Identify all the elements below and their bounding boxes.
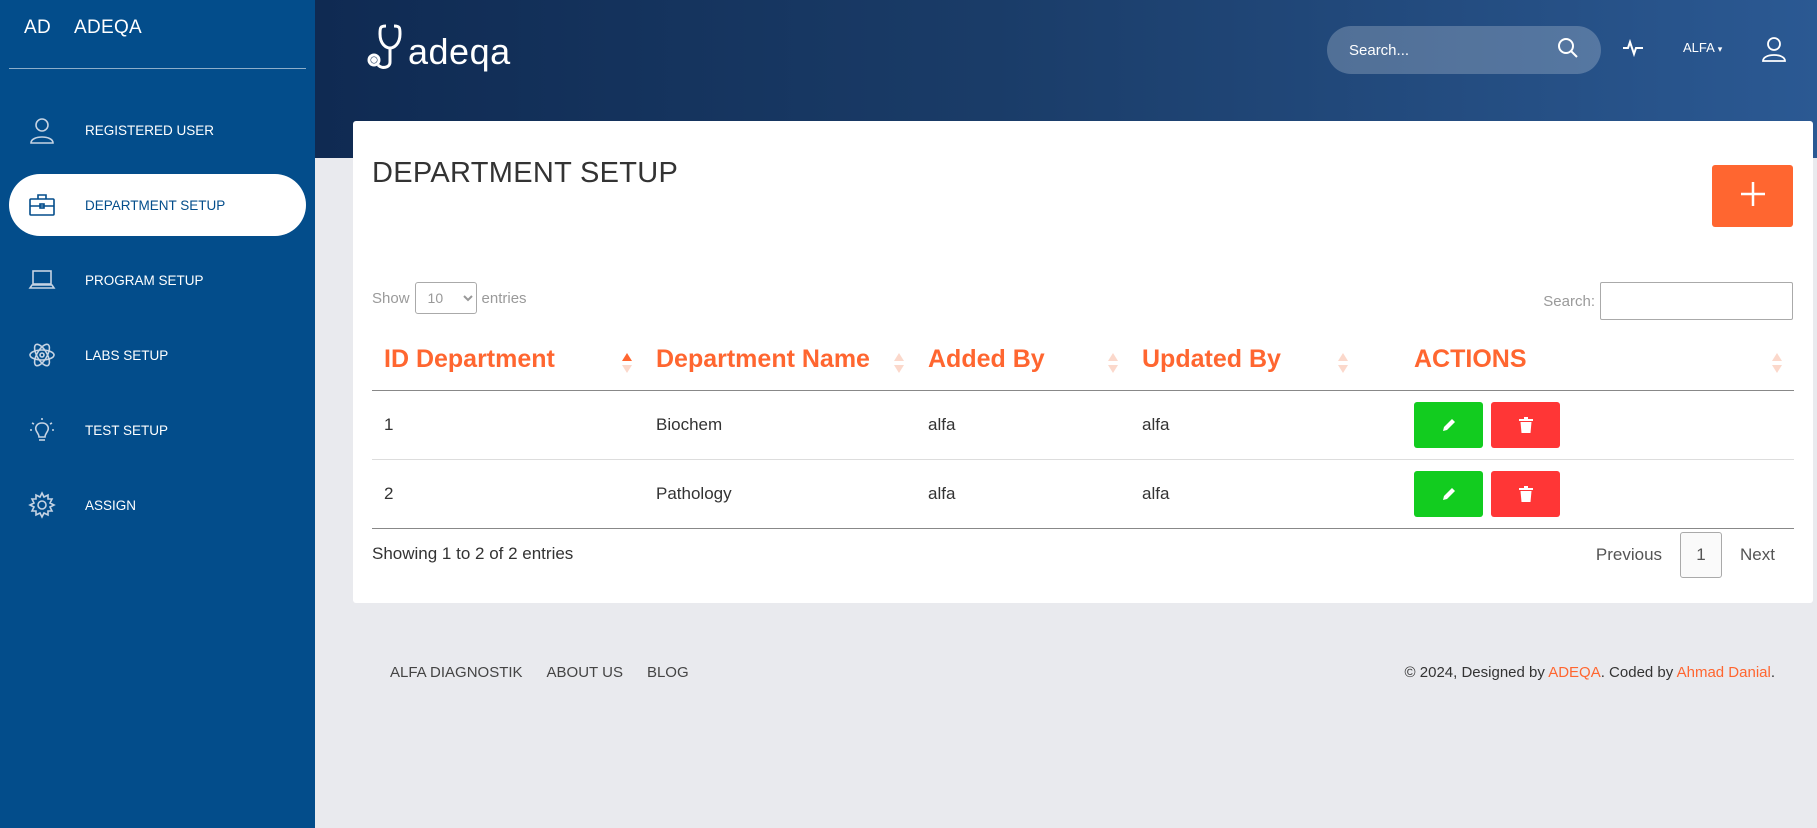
sidebar-item-department-setup[interactable]: DEPARTMENT SETUP bbox=[9, 174, 306, 236]
column-label: ID Department bbox=[384, 345, 555, 374]
header-search[interactable] bbox=[1327, 26, 1601, 74]
department-table: ID Department Department Name Added By U… bbox=[372, 330, 1794, 529]
designer-link[interactable]: ADEQA bbox=[1548, 664, 1601, 681]
sort-icon bbox=[894, 353, 904, 373]
sidebar-item-label: DEPARTMENT SETUP bbox=[85, 197, 226, 213]
trash-icon bbox=[1518, 485, 1533, 502]
pencil-icon bbox=[1442, 487, 1455, 500]
department-card: DEPARTMENT SETUP Show 10 entries Search:… bbox=[353, 121, 1813, 603]
filter-label: Search: bbox=[1543, 292, 1595, 310]
logo-text: adeqa bbox=[408, 30, 511, 72]
brand-mini: AD bbox=[24, 17, 51, 38]
atom-icon bbox=[27, 340, 57, 370]
next-button[interactable]: Next bbox=[1722, 545, 1793, 565]
column-label: ACTIONS bbox=[1414, 345, 1527, 374]
sidebar-nav: REGISTERED USER DEPARTMENT SETUP PROGRAM… bbox=[0, 99, 315, 536]
sidebar-item-assign[interactable]: ASSIGN bbox=[9, 474, 306, 536]
lightbulb-icon bbox=[27, 415, 57, 445]
table-search-input[interactable] bbox=[1600, 282, 1793, 320]
column-label: Department Name bbox=[656, 345, 870, 374]
add-department-button[interactable] bbox=[1712, 165, 1793, 227]
cell-added-by: alfa bbox=[916, 390, 1130, 460]
sidebar-brand[interactable]: AD ADEQA bbox=[0, 0, 315, 56]
entries-label: entries bbox=[481, 289, 527, 307]
sidebar-item-test-setup[interactable]: TEST SETUP bbox=[9, 399, 306, 461]
copyright-prefix: © 2024, Designed by bbox=[1404, 664, 1549, 681]
laptop-icon bbox=[27, 265, 57, 295]
cell-department-name: Pathology bbox=[644, 459, 916, 529]
pencil-icon bbox=[1442, 418, 1455, 431]
sidebar-item-registered-user[interactable]: REGISTERED USER bbox=[9, 99, 306, 161]
plus-icon bbox=[1739, 180, 1767, 213]
cell-actions bbox=[1360, 390, 1794, 460]
cell-added-by: alfa bbox=[916, 459, 1130, 529]
user-name: ALFA bbox=[1683, 40, 1715, 55]
delete-button[interactable] bbox=[1491, 470, 1560, 517]
brand-name: ADEQA bbox=[74, 17, 143, 38]
page-length-control: Show 10 entries bbox=[372, 282, 527, 314]
sidebar-item-label: REGISTERED USER bbox=[85, 122, 215, 138]
sidebar: AD ADEQA REGISTERED USER DEPARTMENT SETU… bbox=[0, 0, 315, 828]
trash-icon bbox=[1518, 416, 1533, 433]
table-row: 1 Biochem alfa alfa bbox=[372, 390, 1794, 460]
sort-asc-icon bbox=[622, 353, 632, 373]
column-header-id[interactable]: ID Department bbox=[372, 330, 644, 391]
caret-down-icon: ▾ bbox=[1717, 44, 1723, 54]
sidebar-divider bbox=[9, 68, 306, 69]
column-header-department-name[interactable]: Department Name bbox=[644, 330, 916, 391]
stethoscope-icon bbox=[364, 22, 404, 81]
coder-link[interactable]: Ahmad Danial bbox=[1677, 664, 1771, 681]
edit-button[interactable] bbox=[1414, 470, 1483, 517]
edit-button[interactable] bbox=[1414, 401, 1483, 448]
column-label: Updated By bbox=[1142, 345, 1281, 374]
table-info: Showing 1 to 2 of 2 entries bbox=[372, 544, 574, 563]
app-logo[interactable]: adeqa bbox=[360, 22, 511, 81]
copyright: © 2024, Designed by ADEQA. Coded by Ahma… bbox=[1405, 664, 1775, 681]
table-header-row: ID Department Department Name Added By U… bbox=[372, 330, 1794, 391]
activity-icon[interactable] bbox=[1621, 36, 1645, 65]
previous-button[interactable]: Previous bbox=[1578, 545, 1680, 565]
gear-icon bbox=[27, 490, 57, 520]
footer-links: ALFA DIAGNOSTIK ABOUT US BLOG bbox=[390, 664, 713, 681]
sidebar-item-label: TEST SETUP bbox=[85, 422, 169, 438]
sidebar-item-program-setup[interactable]: PROGRAM SETUP bbox=[9, 249, 306, 311]
cell-id: 1 bbox=[372, 390, 644, 460]
cell-id: 2 bbox=[372, 459, 644, 529]
show-label: Show bbox=[372, 289, 410, 307]
sidebar-item-label: PROGRAM SETUP bbox=[85, 272, 204, 288]
sidebar-item-label: ASSIGN bbox=[85, 497, 137, 513]
sort-icon bbox=[1338, 353, 1348, 373]
sort-icon bbox=[1108, 353, 1118, 373]
cell-updated-by: alfa bbox=[1130, 390, 1360, 460]
pagination: Previous 1 Next bbox=[1578, 532, 1793, 578]
delete-button[interactable] bbox=[1491, 401, 1560, 448]
search-input[interactable] bbox=[1349, 41, 1557, 59]
coded-by-text: . Coded by bbox=[1600, 664, 1677, 681]
sort-icon bbox=[1772, 353, 1782, 373]
page-title: DEPARTMENT SETUP bbox=[372, 157, 679, 189]
cell-updated-by: alfa bbox=[1130, 459, 1360, 529]
user-menu[interactable]: ALFA ▾ bbox=[1683, 40, 1722, 55]
table-filter: Search: bbox=[1543, 282, 1793, 320]
sidebar-item-labs-setup[interactable]: LABS SETUP bbox=[9, 324, 306, 386]
search-icon[interactable] bbox=[1557, 37, 1579, 64]
page-size-select[interactable]: 10 bbox=[414, 282, 477, 314]
cell-actions bbox=[1360, 459, 1794, 529]
page-button-current[interactable]: 1 bbox=[1680, 532, 1723, 578]
profile-icon[interactable] bbox=[1762, 36, 1786, 67]
column-header-updated-by[interactable]: Updated By bbox=[1130, 330, 1360, 391]
copyright-suffix: . bbox=[1770, 664, 1775, 681]
footer-link-blog[interactable]: BLOG bbox=[647, 664, 689, 681]
column-header-actions[interactable]: ACTIONS bbox=[1360, 330, 1794, 391]
column-header-added-by[interactable]: Added By bbox=[916, 330, 1130, 391]
table-row: 2 Pathology alfa alfa bbox=[372, 459, 1794, 529]
footer-link-alfa-diagnostik[interactable]: ALFA DIAGNOSTIK bbox=[390, 664, 523, 681]
briefcase-icon bbox=[27, 190, 57, 220]
column-label: Added By bbox=[928, 345, 1045, 374]
footer-link-about-us[interactable]: ABOUT US bbox=[547, 664, 623, 681]
user-icon bbox=[27, 115, 57, 145]
cell-department-name: Biochem bbox=[644, 390, 916, 460]
sidebar-item-label: LABS SETUP bbox=[85, 347, 169, 363]
